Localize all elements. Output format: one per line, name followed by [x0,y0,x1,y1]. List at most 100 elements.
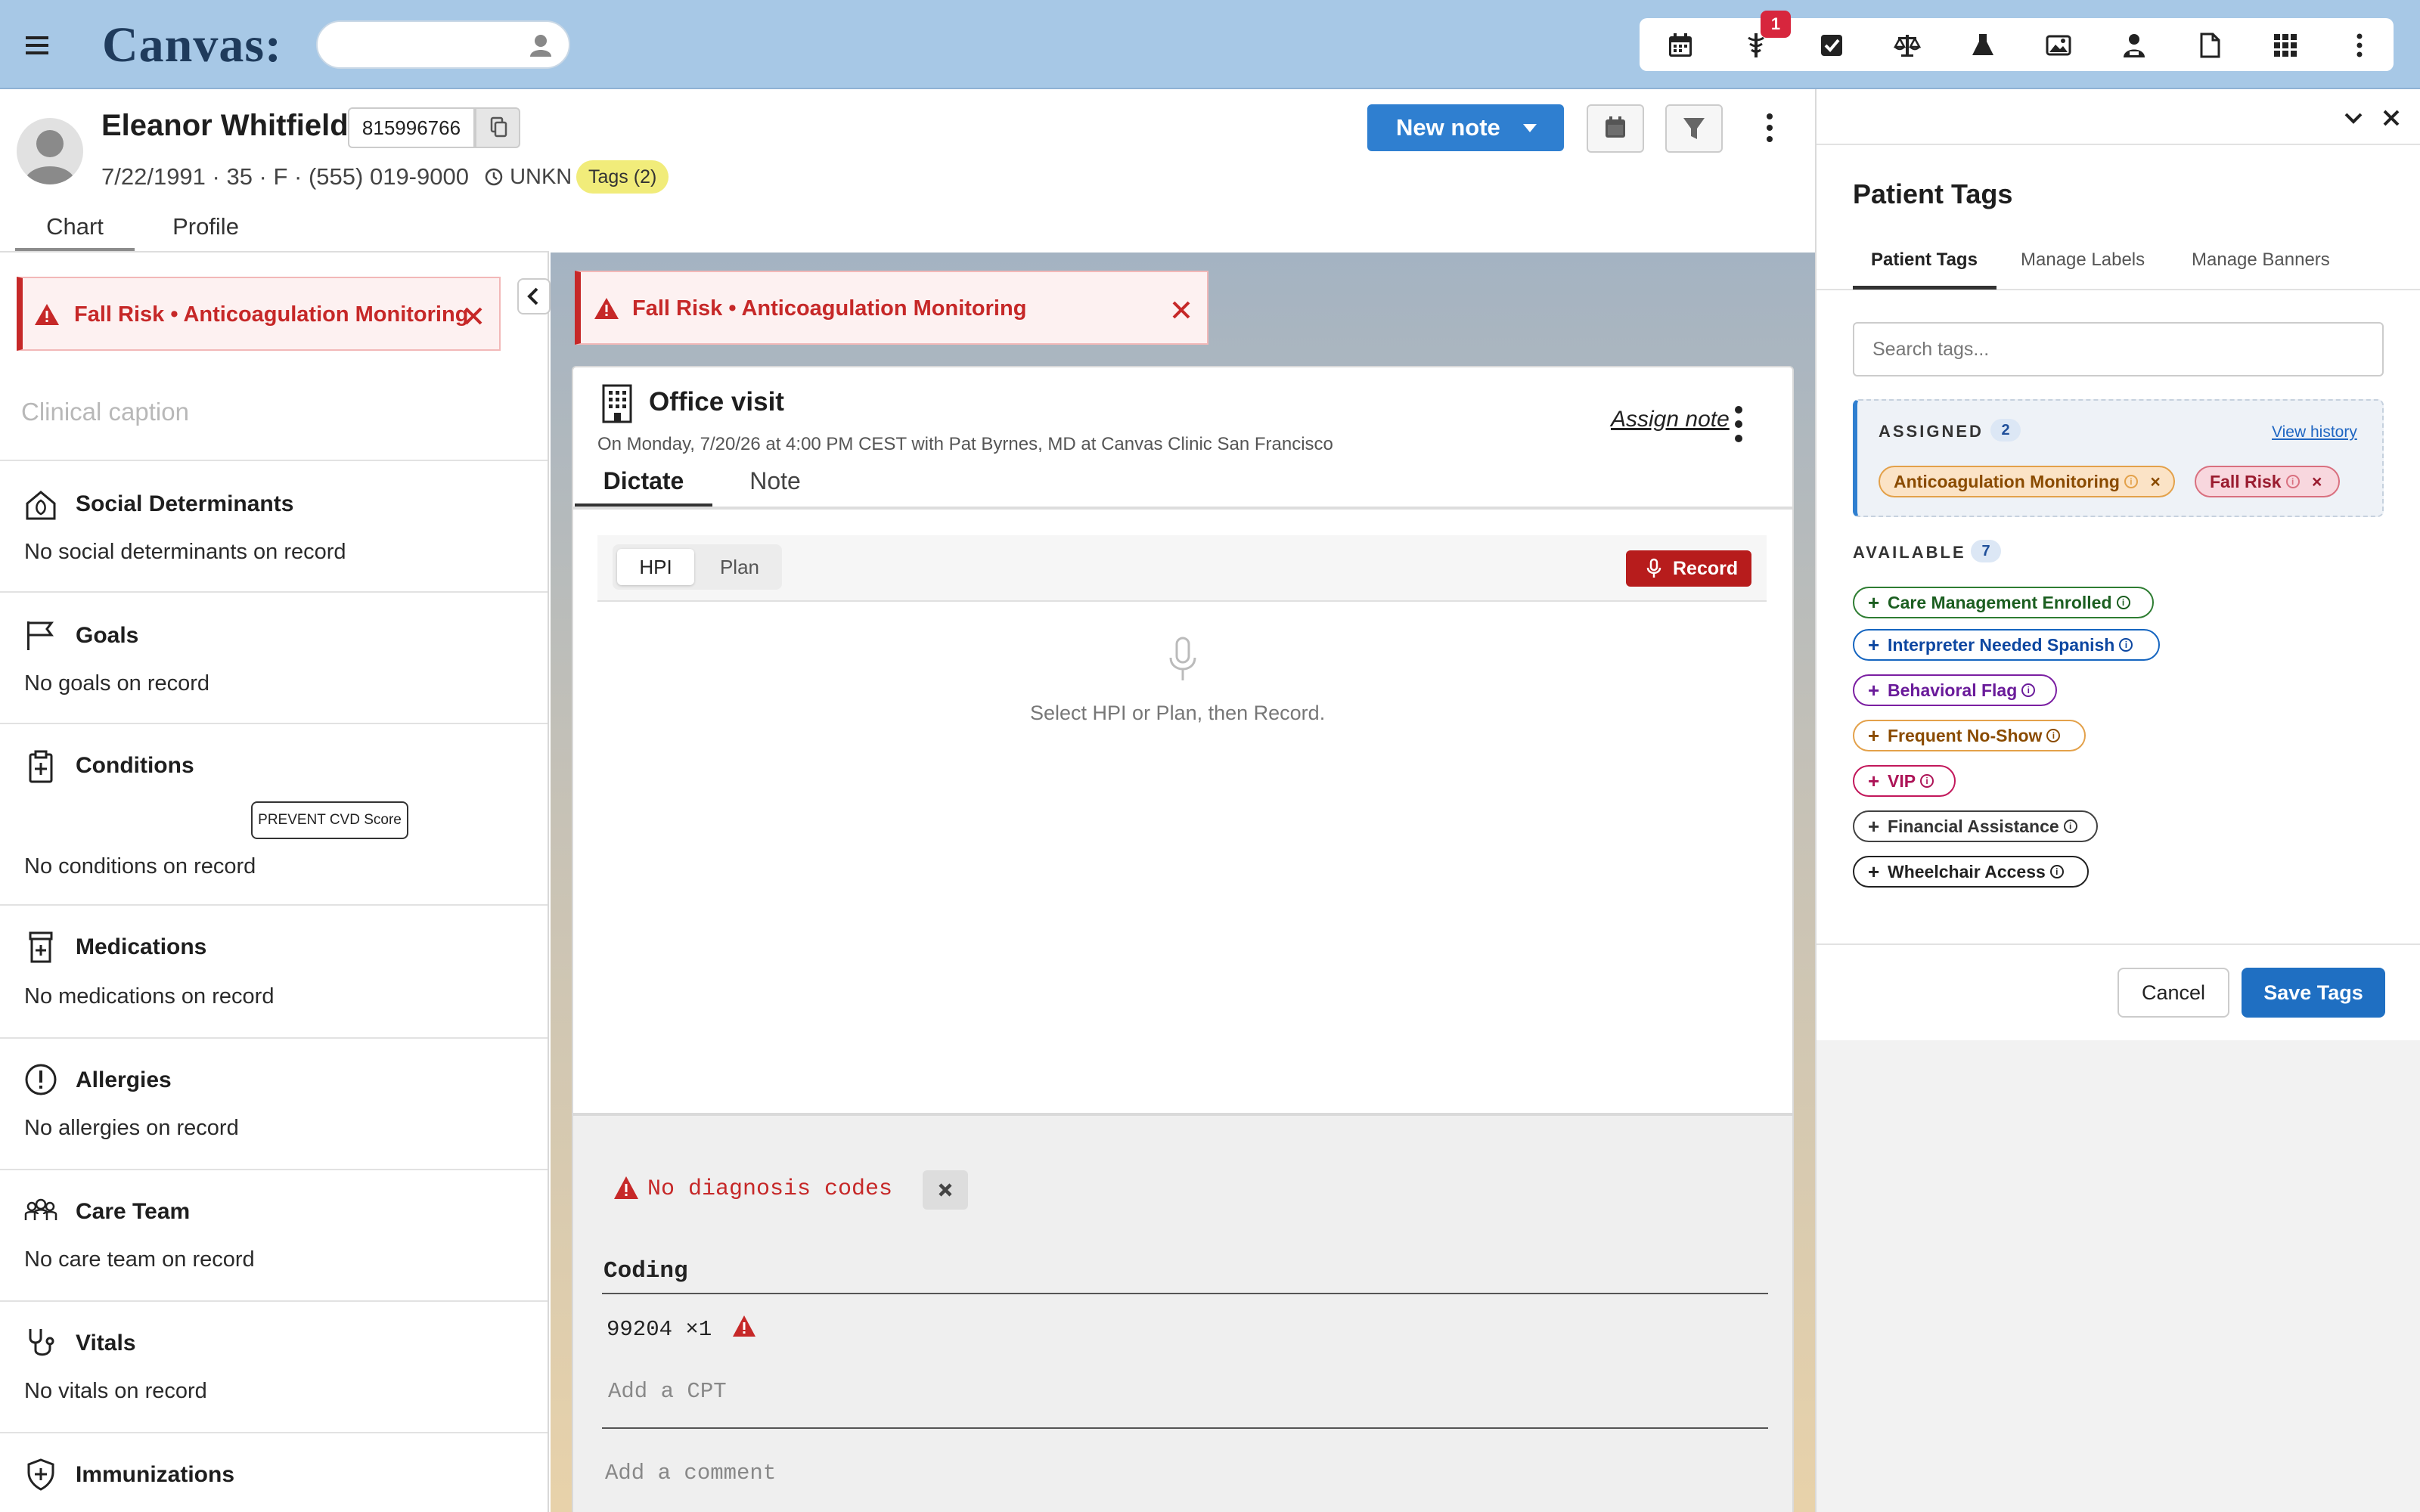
calendar-icon[interactable] [1667,32,1694,59]
save-tags-button[interactable]: Save Tags [2242,968,2385,1018]
alert-text: Fall Risk • Anticoagulation Monitoring [74,302,469,327]
remove-tag-icon[interactable]: × [2150,472,2160,491]
available-tag-wheelchair-access[interactable]: + Wheelchair Access i [1853,856,2089,888]
assigned-tags-box [1853,399,2384,517]
record-button[interactable]: Record [1626,550,1751,587]
checkbox-icon[interactable] [1818,32,1845,59]
info-icon: i [2285,474,2300,488]
tab-profile[interactable]: Profile [148,213,263,251]
section-vitals: Vitals No vitals on record [0,1300,548,1432]
tab-manage-banners[interactable]: Manage Banners [2192,249,2330,271]
microphone-icon [1646,558,1662,579]
calendar-button[interactable] [1587,104,1644,153]
hamburger-menu-icon[interactable] [23,30,53,60]
document-icon[interactable] [2196,32,2223,59]
tab-dictate[interactable]: Dictate [575,467,712,507]
scales-icon[interactable] [1894,32,1921,59]
panel-empty-area [1817,1040,2420,1512]
section-empty-text: No allergies on record [24,1116,239,1140]
prevent-cvd-score-button[interactable]: PREVENT CVD Score [251,801,408,839]
assigned-tag-anticoagulation[interactable]: Anticoagulation Monitoring i × [1879,466,2175,497]
more-vertical-icon[interactable] [1754,110,1785,145]
cpt-divider [602,1427,1768,1429]
image-icon[interactable] [2045,32,2072,59]
panel-header-divider [1817,144,2420,145]
available-tag-behavioral-flag[interactable]: + Behavioral Flag i [1853,674,2057,706]
section-title: Conditions [76,753,194,778]
assigned-tag-fall-risk[interactable]: Fall Risk i × [2195,466,2340,497]
top-toolbar [1640,18,2394,71]
patient-name: Eleanor Whitfield [101,109,349,142]
tab-chart[interactable]: Chart [15,213,135,251]
dismiss-warning-button[interactable] [923,1170,968,1210]
tag-label: Frequent No-Show [1888,726,2043,745]
clinical-caption-input[interactable]: Clinical caption [21,398,189,426]
assign-note-link[interactable]: Assign note [1611,407,1730,432]
new-note-button[interactable]: New note [1367,104,1564,151]
add-cpt-input[interactable]: Add a CPT [608,1379,727,1404]
segment-plan[interactable]: Plan [702,549,777,585]
section-allergies: Allergies No allergies on record [0,1037,548,1169]
close-icon[interactable] [2379,106,2403,130]
caret-down-icon [1523,124,1537,132]
patient-search-input[interactable] [316,20,570,69]
section-title: Allergies [76,1067,172,1092]
collapse-panel-button[interactable] [517,278,551,314]
tag-label: Care Management Enrolled [1888,593,2112,612]
available-tag-interpreter-spanish[interactable]: + Interpreter Needed Spanish i [1853,629,2160,661]
user-icon [528,33,554,58]
filter-button[interactable] [1665,104,1723,153]
tag-label: Anticoagulation Monitoring [1894,472,2120,491]
tab-manage-labels[interactable]: Manage Labels [2021,249,2145,271]
info-icon: i [2046,728,2061,742]
tag-label: VIP [1888,771,1916,791]
available-label: AVAILABLE [1853,543,1966,562]
assigned-count: 2 [1990,419,2021,442]
canvas-logo[interactable]: Canvas: [102,17,282,74]
pill-bottle-icon [24,930,57,963]
add-comment-input[interactable]: Add a comment [605,1461,776,1486]
coding-title: Coding [603,1258,688,1284]
more-vertical-icon[interactable] [2346,32,2373,59]
cancel-button[interactable]: Cancel [2118,968,2229,1018]
available-tag-frequent-no-show[interactable]: + Frequent No-Show i [1853,720,2086,751]
more-vertical-icon[interactable] [1729,404,1748,445]
plus-icon: + [1868,591,1880,614]
info-icon: i [2124,474,2138,488]
flask-icon[interactable] [1969,32,1996,59]
copy-id-button[interactable] [475,107,520,148]
cpt-code[interactable]: 99204 ×1 [607,1314,757,1342]
patient-avatar [17,118,83,184]
tab-patient-tags[interactable]: Patient Tags [1871,249,1978,271]
info-icon: i [2063,819,2077,833]
close-icon[interactable] [1169,298,1193,322]
available-tag-care-management[interactable]: + Care Management Enrolled i [1853,587,2154,618]
coding-area [573,1113,1792,1512]
tags-chip[interactable]: Tags (2) [576,160,669,194]
close-icon[interactable] [461,304,486,328]
tab-note[interactable]: Note [726,467,824,507]
segment-hpi[interactable]: HPI [617,549,694,585]
available-tag-financial-assistance[interactable]: + Financial Assistance i [1853,810,2098,842]
tag-label: Wheelchair Access [1888,862,2046,881]
user-badge-icon[interactable] [2121,32,2148,59]
available-count: 7 [1971,540,2001,562]
available-tag-vip[interactable]: + VIP i [1853,765,1956,797]
section-title: Vitals [76,1331,136,1356]
exclamation-circle-icon [24,1063,57,1096]
view-history-link[interactable]: View history [2272,423,2357,442]
warning-icon [613,1175,640,1201]
coding-divider [602,1293,1768,1294]
section-empty-text: No care team on record [24,1247,255,1272]
plus-icon: + [1868,634,1880,656]
warning-icon [33,302,60,327]
dictate-hint: Select HPI or Plan, then Record. [1030,702,1326,724]
alert-text: Fall Risk • Anticoagulation Monitoring [632,296,1027,321]
chevron-down-icon[interactable] [2341,106,2366,130]
flag-icon [24,618,57,652]
section-empty-text: No vitals on record [24,1379,207,1403]
remove-tag-icon[interactable]: × [2312,472,2322,491]
tag-search-input[interactable] [1853,322,2384,376]
apps-grid-icon[interactable] [2272,32,2299,59]
info-icon: i [2021,683,2036,697]
